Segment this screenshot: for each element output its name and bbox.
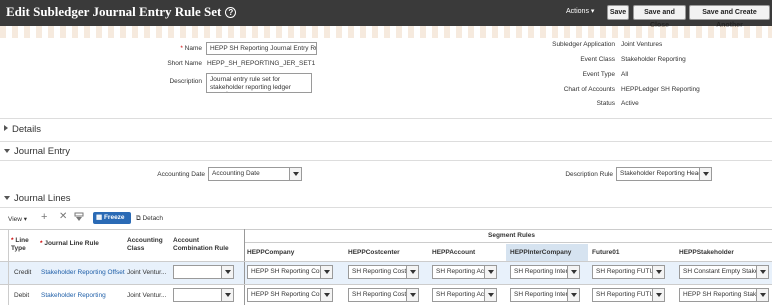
- segment-header[interactable]: HEPPCostcenter: [348, 249, 400, 257]
- row1-segment-select[interactable]: SH Reporting Inter: [510, 265, 580, 279]
- col-header-line-type[interactable]: * Line Type: [11, 237, 33, 253]
- page-header: Edit Subledger Journal Entry Rule Set? A…: [0, 0, 772, 29]
- short-name-value: HEPP_SH_REPORTING_JER_SET1: [207, 60, 316, 67]
- freeze-button[interactable]: ▦ Freeze: [93, 212, 131, 224]
- chevron-down-icon: [652, 266, 664, 278]
- actions-menu[interactable]: Actions ▾: [566, 7, 594, 15]
- row1-segment-select[interactable]: SH Reporting FUTU: [592, 265, 665, 279]
- save-button[interactable]: Save: [607, 5, 629, 20]
- query-by-example-icon[interactable]: [74, 212, 84, 222]
- row-divider: [0, 284, 772, 285]
- segment-rules-divider: [244, 242, 772, 243]
- detach-button[interactable]: ⧉ Detach: [136, 215, 163, 223]
- row1-segment-select[interactable]: SH Reporting Acc: [432, 265, 497, 279]
- name-label: * Name: [180, 45, 202, 52]
- row1-segment-select[interactable]: SH Constant Empty Stake: [679, 265, 769, 279]
- chevron-down-icon: [484, 266, 496, 278]
- collapse-icon: [4, 149, 10, 153]
- row1-segment-select[interactable]: HEPP SH Reporting Com: [247, 265, 333, 279]
- row1-accounting-class: Joint Ventur...: [127, 269, 167, 276]
- freeze-icon: ▦: [96, 214, 104, 221]
- column-divider: [8, 229, 9, 305]
- segment-header[interactable]: HEPPStakeholder: [679, 249, 734, 257]
- journal-lines-section-toggle[interactable]: Journal Lines: [4, 193, 71, 204]
- row1-segment-select[interactable]: SH Reporting Costc: [348, 265, 419, 279]
- frozen-column-divider: [244, 229, 245, 305]
- name-input[interactable]: HEPP SH Reporting Journal Entry Rule: [206, 42, 317, 55]
- chevron-down-icon: [406, 266, 418, 278]
- chevron-down-icon: [289, 168, 301, 180]
- expand-icon: [4, 125, 8, 131]
- accounting-date-select[interactable]: Accounting Date: [208, 167, 302, 181]
- chart-of-accounts-label: Chart of Accounts: [563, 86, 615, 93]
- details-section-toggle[interactable]: Details: [4, 124, 41, 135]
- event-type-label: Event Type: [582, 71, 615, 78]
- help-icon[interactable]: ?: [225, 7, 237, 18]
- divider: [0, 118, 772, 119]
- journal-entry-section-toggle[interactable]: Journal Entry: [4, 146, 70, 157]
- chart-of-accounts-value: HEPPLedger SH Reporting: [621, 86, 700, 93]
- segment-rules-header: Segment Rules: [488, 232, 535, 239]
- subledger-application-label: Subledger Application: [552, 41, 615, 48]
- view-menu[interactable]: View ▾: [8, 215, 27, 223]
- collapse-icon: [4, 196, 10, 200]
- page-title: Edit Subledger Journal Entry Rule Set?: [6, 4, 237, 20]
- row2-segment-select[interactable]: SH Reporting Inter: [510, 288, 580, 302]
- segment-header[interactable]: HEPPAccount: [432, 249, 475, 257]
- accounting-date-label: Accounting Date: [157, 171, 205, 178]
- subledger-application-value: Joint Ventures: [621, 41, 663, 48]
- status-label: Status: [596, 100, 615, 107]
- chevron-down-icon: [567, 289, 579, 301]
- row2-segment-select[interactable]: SH Reporting FUTU: [592, 288, 665, 302]
- row2-account-combination-select[interactable]: [173, 288, 234, 302]
- chevron-down-icon: [567, 266, 579, 278]
- chevron-down-icon: [652, 289, 664, 301]
- divider: [0, 141, 772, 142]
- row2-accounting-class: Joint Ventur...: [127, 292, 167, 299]
- description-rule-label: Description Rule: [565, 171, 613, 178]
- chevron-down-icon: [320, 289, 332, 301]
- event-class-value: Stakeholder Reporting: [621, 56, 686, 63]
- description-textarea[interactable]: Journal entry rule set for stakeholder r…: [206, 73, 312, 93]
- row2-line-type[interactable]: Debit: [14, 292, 29, 299]
- row2-segment-select[interactable]: HEPP SH Reporting Com: [247, 288, 333, 302]
- short-name-label: Short Name: [167, 60, 202, 67]
- description-label: Description: [169, 78, 202, 85]
- event-type-value: All: [621, 71, 629, 78]
- row2-journal-line-rule-link[interactable]: Stakeholder Reporting: [41, 292, 106, 299]
- col-header-account-combination-rule[interactable]: Account Combination Rule: [173, 237, 237, 253]
- row2-segment-select[interactable]: SH Reporting Acc: [432, 288, 497, 302]
- chevron-down-icon: [484, 289, 496, 301]
- divider: [0, 207, 772, 208]
- segment-header[interactable]: HEPPInterCompany: [510, 249, 571, 257]
- chevron-down-icon: [320, 266, 332, 278]
- col-header-accounting-class[interactable]: Accounting Class: [127, 237, 169, 253]
- chevron-down-icon: [756, 289, 768, 301]
- add-icon[interactable]: +: [41, 211, 47, 223]
- row2-segment-select[interactable]: HEPP SH Reporting Stake: [679, 288, 769, 302]
- chevron-down-icon: [221, 289, 233, 301]
- chevron-down-icon: [756, 266, 768, 278]
- header-decoration: [0, 26, 772, 38]
- col-header-journal-line-rule[interactable]: * Journal Line Rule: [40, 240, 99, 248]
- row1-line-type[interactable]: Credit: [14, 269, 31, 276]
- row-divider: [0, 261, 772, 262]
- description-rule-select[interactable]: Stakeholder Reporting Heade: [616, 167, 712, 181]
- chevron-down-icon: [406, 289, 418, 301]
- status-value: Active: [621, 100, 639, 107]
- delete-icon[interactable]: ✕: [59, 211, 67, 222]
- segment-header[interactable]: Future01: [592, 249, 619, 257]
- row1-journal-line-rule-link[interactable]: Stakeholder Reporting Offset: [41, 269, 125, 276]
- event-class-label: Event Class: [580, 56, 615, 63]
- table-border: [0, 229, 772, 230]
- chevron-down-icon: [699, 168, 711, 180]
- segment-header[interactable]: HEPPCompany: [247, 249, 294, 257]
- divider: [0, 160, 772, 161]
- chevron-down-icon: [221, 266, 233, 278]
- save-and-create-another-button[interactable]: Save and Create Another: [689, 5, 770, 29]
- row2-segment-select[interactable]: SH Reporting Costc: [348, 288, 419, 302]
- save-and-close-button[interactable]: Save and Close: [633, 5, 686, 29]
- row1-account-combination-select[interactable]: [173, 265, 234, 279]
